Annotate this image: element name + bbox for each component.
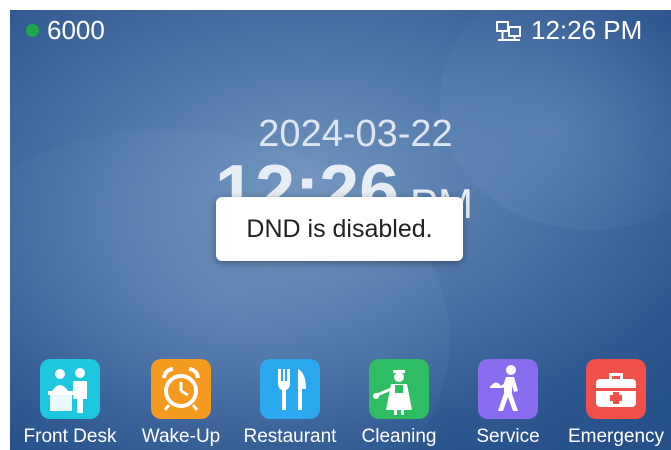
app-restaurant[interactable]: Restaurant bbox=[230, 358, 350, 450]
app-service[interactable]: Service bbox=[448, 358, 568, 450]
status-bar: 6000 12:26 PM bbox=[10, 10, 671, 52]
app-label: Restaurant bbox=[243, 426, 337, 447]
dnd-toast: DND is disabled. bbox=[216, 197, 463, 261]
network-icon bbox=[496, 21, 524, 43]
app-label: Front Desk bbox=[23, 426, 117, 447]
app-label: Wake-Up bbox=[141, 426, 221, 447]
app-label: Emergency bbox=[567, 426, 665, 447]
toast-message: DND is disabled. bbox=[246, 214, 433, 243]
account-extension: 6000 bbox=[47, 15, 105, 45]
service-icon bbox=[478, 359, 538, 419]
app-emergency[interactable]: Emergency bbox=[556, 358, 671, 450]
alarm-clock-icon bbox=[151, 359, 211, 419]
front-desk-icon bbox=[40, 359, 100, 419]
app-front-desk[interactable]: Front Desk bbox=[10, 358, 130, 450]
app-cleaning[interactable]: Cleaning bbox=[339, 358, 459, 450]
fork-knife-icon bbox=[260, 359, 320, 419]
first-aid-kit-icon bbox=[586, 359, 646, 419]
cleaning-icon bbox=[369, 359, 429, 419]
status-clock: 12:26 PM bbox=[531, 15, 643, 45]
app-wake-up[interactable]: Wake-Up bbox=[121, 358, 241, 450]
app-dock: Front Desk Wake-Up Restaurant Cleaning S… bbox=[10, 358, 671, 450]
registration-status-icon bbox=[26, 24, 39, 37]
app-label: Cleaning bbox=[361, 426, 437, 447]
app-label: Service bbox=[476, 426, 540, 447]
phone-home-screen: 6000 12:26 PM 2024-03-22 12:26 PM DND is… bbox=[10, 10, 671, 450]
